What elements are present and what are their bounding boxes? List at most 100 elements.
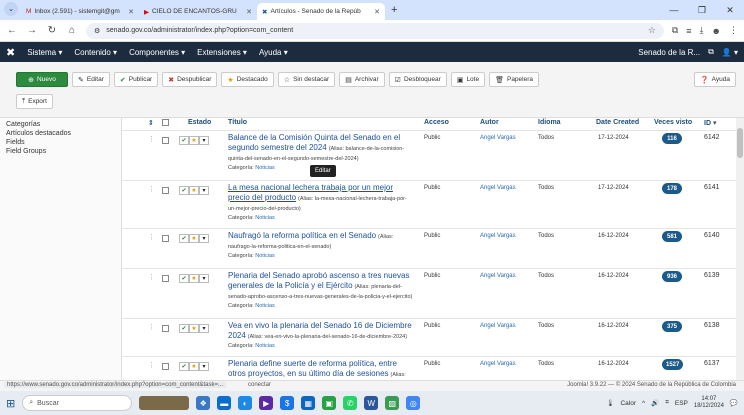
- category-link[interactable]: Noticias: [255, 343, 275, 349]
- category-link[interactable]: Noticias: [255, 165, 275, 171]
- browser-tab-youtube[interactable]: ▶ CIELO DE ENCANTOS-GRU ✕: [139, 3, 257, 20]
- close-icon[interactable]: ✕: [374, 8, 380, 16]
- new-tab-button[interactable]: +: [385, 4, 403, 16]
- category-link[interactable]: Noticias: [255, 215, 275, 221]
- minimize-icon[interactable]: —: [660, 5, 688, 16]
- browser-tab-gmail[interactable]: M Inbox (2.591) - sistemgit@gm ✕: [21, 3, 139, 20]
- drag-handle-icon[interactable]: ⋮: [148, 135, 155, 143]
- publish-button[interactable]: ✔ Publicar: [113, 72, 159, 87]
- published-check-icon[interactable]: ✔: [179, 136, 189, 145]
- title-header[interactable]: Título: [228, 119, 247, 126]
- published-check-icon[interactable]: ✔: [179, 274, 189, 283]
- checkin-button[interactable]: ☑ Desbloquear: [388, 72, 447, 87]
- external-link-icon[interactable]: ⧉: [708, 47, 714, 57]
- home-icon[interactable]: ⌂: [66, 25, 78, 36]
- back-icon[interactable]: ←: [6, 25, 18, 36]
- date-header[interactable]: Date Created: [596, 119, 639, 126]
- row-checkbox[interactable]: [162, 275, 169, 282]
- sidebar-item-field-groups[interactable]: Field Groups: [6, 147, 115, 156]
- app-chart-icon[interactable]: ▨: [385, 396, 400, 410]
- author-link[interactable]: Angel Vargas: [480, 185, 516, 191]
- sidebar-item-categorias[interactable]: Categorías: [6, 120, 115, 129]
- article-title-link[interactable]: Plenaria define suerte de reforma políti…: [228, 359, 397, 378]
- actions-dropdown-icon[interactable]: ▾: [199, 234, 209, 243]
- hits-header[interactable]: Veces visto: [654, 119, 692, 126]
- batch-button[interactable]: ▣ Lote: [450, 72, 486, 87]
- taskbar-widget-image-icon[interactable]: [139, 396, 190, 410]
- actions-dropdown-icon[interactable]: ▾: [199, 186, 209, 195]
- category-link[interactable]: Noticias: [255, 303, 275, 309]
- author-link[interactable]: Angel Vargas: [480, 233, 516, 239]
- close-icon[interactable]: ✕: [246, 8, 252, 16]
- category-link[interactable]: Noticias: [255, 253, 275, 259]
- actions-dropdown-icon[interactable]: ▾: [199, 362, 209, 371]
- featured-star-icon[interactable]: ★: [189, 136, 199, 145]
- download-icon[interactable]: ⤓: [700, 25, 704, 36]
- language-header[interactable]: Idioma: [538, 119, 561, 126]
- menu-sistema[interactable]: Sistema ▾: [27, 48, 62, 57]
- weather-icon[interactable]: 🌡: [606, 399, 614, 407]
- extensions-icon[interactable]: ⧉: [672, 25, 678, 36]
- drag-handle-icon[interactable]: ⋮: [148, 185, 155, 193]
- chrome-icon[interactable]: ◎: [406, 396, 421, 410]
- reload-icon[interactable]: ↻: [46, 25, 58, 36]
- drag-handle-icon[interactable]: ⋮: [148, 273, 155, 281]
- site-link[interactable]: Senado de la R...: [638, 48, 700, 57]
- author-link[interactable]: Angel Vargas: [480, 135, 516, 141]
- user-menu[interactable]: 👤 ▾: [722, 48, 738, 57]
- unfeature-button[interactable]: ☆ Sin destacar: [277, 72, 336, 87]
- featured-star-icon[interactable]: ★: [189, 362, 199, 371]
- actions-dropdown-icon[interactable]: ▾: [199, 136, 209, 145]
- tab-list-button[interactable]: ⌄: [4, 2, 18, 16]
- menu-dots-icon[interactable]: ⋮: [729, 25, 738, 36]
- sidebar-item-destacados[interactable]: Artículos destacados: [6, 129, 115, 138]
- feature-button[interactable]: ★ Destacado: [221, 72, 274, 87]
- maximize-icon[interactable]: ❐: [688, 5, 716, 16]
- author-header[interactable]: Autor: [480, 119, 499, 126]
- url-input[interactable]: ⚙ senado.gov.co/administrator/index.php?…: [86, 22, 664, 39]
- help-button[interactable]: ❓ Ayuda: [693, 72, 736, 87]
- joomla-logo-icon[interactable]: ✖: [6, 46, 15, 59]
- trash-button[interactable]: 🗑 Papelera: [489, 72, 540, 87]
- row-checkbox[interactable]: [162, 325, 169, 332]
- close-window-icon[interactable]: ✕: [716, 5, 744, 16]
- menu-contenido[interactable]: Contenido ▾: [74, 48, 117, 57]
- menu-componentes[interactable]: Componentes ▾: [129, 48, 185, 57]
- actions-dropdown-icon[interactable]: ▾: [199, 274, 209, 283]
- page-scrollbar[interactable]: [736, 118, 744, 380]
- browser-tab-articulos[interactable]: ✖ Artículos - Senado de la Repúb ✕: [257, 3, 385, 20]
- unpublish-button[interactable]: ✖ Despublicar: [162, 72, 218, 87]
- task-view-icon[interactable]: ❖: [196, 396, 211, 410]
- profile-icon[interactable]: ☻: [712, 26, 721, 36]
- clock[interactable]: 14:07 18/12/2024: [694, 396, 724, 410]
- media-icon[interactable]: ▶: [259, 396, 274, 410]
- tray-chevron-icon[interactable]: ^: [642, 400, 645, 407]
- status-header[interactable]: Estado: [188, 119, 211, 126]
- scrollbar-thumb[interactable]: [737, 128, 743, 158]
- featured-star-icon[interactable]: ★: [189, 234, 199, 243]
- published-check-icon[interactable]: ✔: [179, 234, 189, 243]
- drag-handle-icon[interactable]: ⋮: [148, 323, 155, 331]
- edit-button[interactable]: ✎ Editar: [72, 72, 110, 87]
- site-info-icon[interactable]: ⚙: [94, 27, 100, 35]
- published-check-icon[interactable]: ✔: [179, 324, 189, 333]
- app-icon[interactable]: ▦: [301, 396, 316, 410]
- forward-icon[interactable]: →: [26, 25, 38, 36]
- article-title-link[interactable]: Naufragó la reforma política en el Senad…: [228, 231, 376, 240]
- row-checkbox[interactable]: [162, 235, 169, 242]
- featured-star-icon[interactable]: ★: [189, 274, 199, 283]
- published-check-icon[interactable]: ✔: [179, 362, 189, 371]
- word-icon[interactable]: W: [364, 396, 379, 410]
- volume-icon[interactable]: 🔊: [651, 399, 659, 407]
- id-header[interactable]: ID ▾: [704, 119, 716, 127]
- notifications-icon[interactable]: 💬: [730, 399, 738, 407]
- author-link[interactable]: Angel Vargas: [480, 361, 516, 367]
- whatsapp-icon[interactable]: ✆: [343, 396, 358, 410]
- export-button[interactable]: ⤒ Export: [16, 94, 53, 109]
- published-check-icon[interactable]: ✔: [179, 186, 189, 195]
- author-link[interactable]: Angel Vargas: [480, 273, 516, 279]
- file-explorer-icon[interactable]: ▬: [217, 396, 232, 410]
- access-header[interactable]: Acceso: [424, 119, 449, 126]
- row-checkbox[interactable]: [162, 363, 169, 370]
- bookmark-star-icon[interactable]: ☆: [648, 25, 656, 36]
